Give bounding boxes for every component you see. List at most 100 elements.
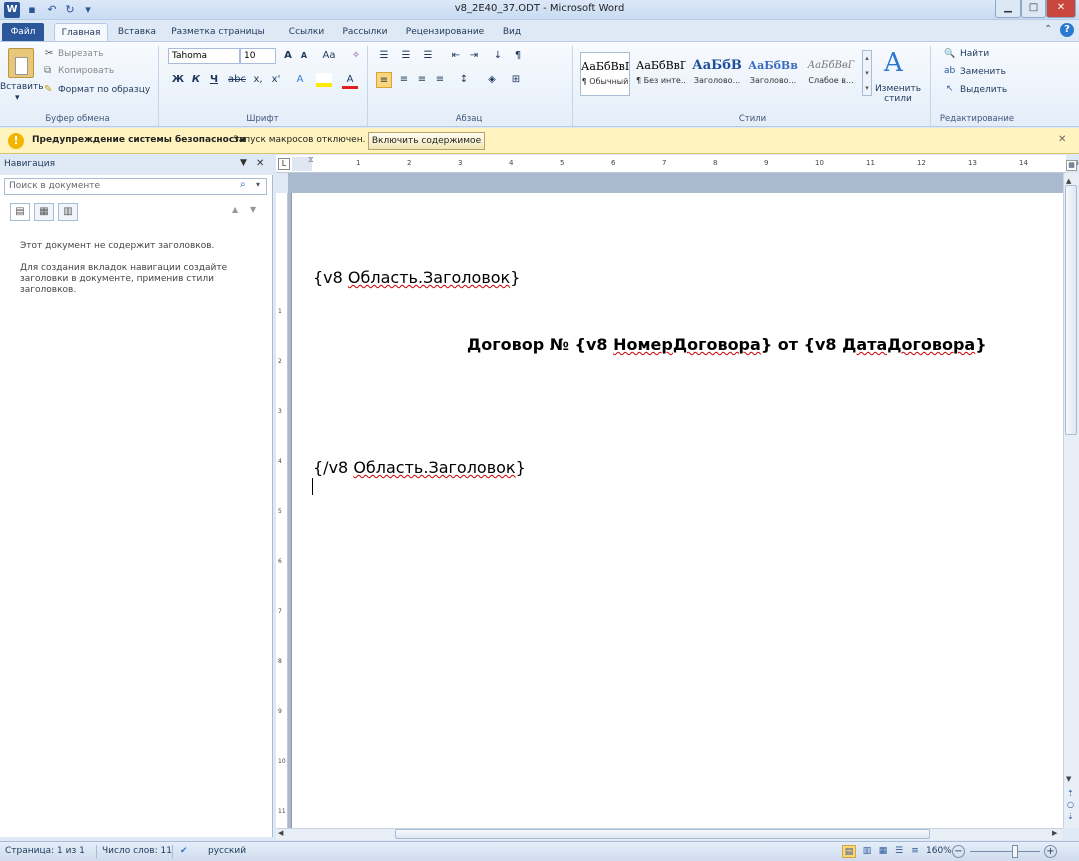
styles-scroll[interactable]: ▴ ▾ ▾: [862, 50, 872, 96]
minimize-button[interactable]: ▁: [995, 0, 1021, 18]
prev-page-icon[interactable]: ⇡: [1067, 789, 1074, 798]
enable-content-button[interactable]: Включить содержимое: [368, 132, 485, 150]
cut-icon[interactable]: ✂: [45, 48, 53, 59]
nav-search-input[interactable]: Поиск в документе: [4, 178, 267, 195]
style-subtle-emphasis[interactable]: АаБбВвГ Слабое в...: [806, 52, 856, 96]
sort-icon[interactable]: ↓: [490, 48, 506, 64]
show-marks-icon[interactable]: ¶: [510, 48, 526, 64]
help-icon[interactable]: ?: [1060, 23, 1074, 37]
borders-icon[interactable]: ⊞: [508, 72, 524, 88]
nav-headings-tab-icon[interactable]: ▤: [10, 203, 30, 221]
multilevel-list-icon[interactable]: ☰: [420, 48, 436, 64]
decrease-indent-icon[interactable]: ⇤: [448, 48, 464, 64]
vertical-ruler[interactable]: 1 2 3 4 5 6 7 8 9 10 11: [276, 193, 288, 828]
copy-button[interactable]: Копировать: [58, 66, 114, 76]
grow-font-icon[interactable]: A: [280, 48, 296, 64]
align-left-icon[interactable]: ≡: [376, 72, 392, 88]
paste-button[interactable]: Вставить: [0, 82, 44, 92]
scroll-up-icon[interactable]: ▲: [1066, 177, 1071, 185]
scroll-down-icon[interactable]: ▼: [1066, 775, 1071, 783]
maximize-button[interactable]: □: [1021, 0, 1046, 18]
style-heading-1[interactable]: АаБбВ Заголово...: [692, 52, 742, 96]
document-page[interactable]: [291, 193, 1063, 828]
shrink-font-icon[interactable]: A: [296, 48, 312, 64]
zoom-out-button[interactable]: −: [952, 845, 965, 858]
style-heading-2[interactable]: АаБбВв Заголово...: [748, 52, 798, 96]
doc-line-region-end[interactable]: {/v8 Область.Заголовок}: [313, 458, 526, 477]
replace-button[interactable]: Заменить: [960, 67, 1006, 77]
security-close-icon[interactable]: ✕: [1058, 134, 1066, 145]
numbering-icon[interactable]: ☰: [398, 48, 414, 64]
tab-references[interactable]: Ссылки: [284, 23, 329, 41]
doc-line-region-start[interactable]: {v8 Область.Заголовок}: [313, 268, 520, 287]
tab-insert[interactable]: Вставка: [112, 23, 162, 41]
zoom-in-button[interactable]: +: [1044, 845, 1057, 858]
replace-icon[interactable]: ab: [944, 66, 955, 76]
copy-icon[interactable]: ⧉: [44, 65, 51, 76]
align-right-icon[interactable]: ≡: [414, 72, 430, 88]
change-styles-icon[interactable]: A: [884, 48, 903, 78]
style-normal[interactable]: АаБбВвГ ¶ Обычный: [580, 52, 630, 96]
text-effects-icon[interactable]: A: [292, 72, 308, 88]
shading-icon[interactable]: ◈: [484, 72, 500, 88]
tab-file[interactable]: Файл: [2, 23, 44, 41]
scroll-left-icon[interactable]: ◀: [278, 829, 283, 837]
zoom-slider[interactable]: [970, 851, 1040, 852]
nav-results-tab-icon[interactable]: ▥: [58, 203, 78, 221]
scroll-right-icon[interactable]: ▶: [1052, 829, 1057, 837]
tab-mailings[interactable]: Рассылки: [340, 23, 390, 41]
find-button[interactable]: Найти: [960, 49, 989, 59]
nav-close-icon[interactable]: ✕: [256, 158, 264, 169]
format-painter-icon[interactable]: ✎: [44, 84, 52, 95]
tab-review[interactable]: Рецензирование: [405, 23, 485, 41]
clear-format-icon[interactable]: ✧: [348, 48, 364, 64]
nav-pages-tab-icon[interactable]: ▦: [34, 203, 54, 221]
zoom-level[interactable]: 160%: [926, 846, 952, 856]
align-center-icon[interactable]: ≡: [396, 72, 412, 88]
change-case-icon[interactable]: Aa: [318, 48, 340, 64]
bold-icon[interactable]: Ж: [170, 72, 186, 88]
tab-home[interactable]: Главная: [54, 23, 108, 41]
language-indicator[interactable]: русский: [208, 846, 246, 856]
close-button[interactable]: ✕: [1046, 0, 1076, 18]
justify-icon[interactable]: ≡: [432, 72, 448, 88]
bullets-icon[interactable]: ☰: [376, 48, 392, 64]
nav-prev-icon[interactable]: ▲: [232, 205, 238, 214]
spelling-check-icon[interactable]: ✔: [180, 846, 188, 856]
paste-icon[interactable]: [8, 48, 34, 78]
search-icon[interactable]: ⌕: [240, 179, 246, 190]
underline-icon[interactable]: Ч: [206, 72, 222, 88]
search-dropdown-icon[interactable]: ▾: [256, 180, 260, 189]
doc-line-contract-title[interactable]: Договор № {v8 НомерДоговора} от {v8 Дата…: [467, 335, 987, 354]
view-ruler-icon[interactable]: ▦: [1066, 160, 1077, 171]
line-spacing-icon[interactable]: ↕: [456, 72, 472, 88]
increase-indent-icon[interactable]: ⇥: [466, 48, 482, 64]
subscript-icon[interactable]: x,: [250, 72, 266, 88]
style-no-spacing[interactable]: АаБбВвГ ¶ Без инте...: [636, 52, 686, 96]
italic-icon[interactable]: К: [188, 72, 204, 88]
font-size-select[interactable]: 10: [240, 48, 276, 64]
browse-object-icon[interactable]: ○: [1067, 800, 1074, 809]
select-button[interactable]: Выделить: [960, 85, 1007, 95]
nav-next-icon[interactable]: ▼: [250, 205, 256, 214]
horizontal-ruler[interactable]: L ⧖ 123456789101112131415: [276, 155, 1079, 173]
word-count[interactable]: Число слов: 11: [102, 846, 172, 856]
outline-icon[interactable]: ☰: [892, 845, 906, 858]
font-name-select[interactable]: Tahoma: [168, 48, 240, 64]
find-icon[interactable]: 🔍: [944, 49, 955, 59]
vertical-scroll-thumb[interactable]: [1065, 185, 1077, 435]
font-color-icon[interactable]: A: [342, 72, 358, 89]
paste-dropdown-icon[interactable]: ▾: [15, 93, 20, 103]
zoom-slider-thumb[interactable]: [1012, 845, 1018, 858]
collapse-ribbon-icon[interactable]: ⌃: [1044, 24, 1052, 35]
full-screen-reading-icon[interactable]: ▥: [860, 845, 874, 858]
next-page-icon[interactable]: ⇣: [1067, 812, 1074, 821]
print-layout-icon[interactable]: ▤: [842, 845, 856, 858]
horizontal-scroll-thumb[interactable]: [395, 829, 930, 839]
change-styles-button[interactable]: Изменить стили: [874, 84, 922, 104]
tab-page-layout[interactable]: Разметка страницы: [168, 23, 268, 41]
nav-menu-icon[interactable]: ▼: [240, 158, 247, 168]
select-icon[interactable]: ↖: [946, 84, 954, 94]
format-painter-button[interactable]: Формат по образцу: [58, 85, 150, 95]
strikethrough-icon[interactable]: abc: [226, 72, 248, 88]
